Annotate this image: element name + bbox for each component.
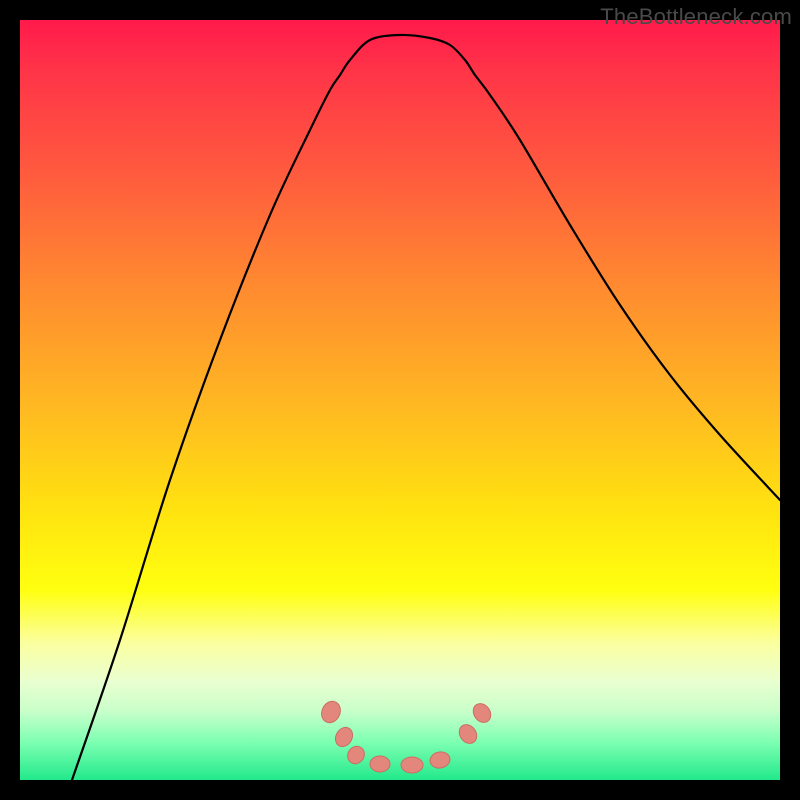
curve-marker	[370, 756, 390, 772]
curve-marker	[470, 700, 495, 726]
curve-marker	[332, 724, 356, 749]
watermark-text: TheBottleneck.com	[600, 4, 792, 30]
curve-marker	[318, 698, 344, 726]
curve-marker	[456, 721, 481, 747]
curve-marker	[344, 743, 367, 767]
curve-line	[72, 35, 780, 780]
curve-markers	[318, 698, 494, 773]
curve-marker	[429, 750, 451, 769]
curve-marker	[401, 757, 423, 773]
bottleneck-curve	[20, 20, 780, 780]
chart-frame	[20, 20, 780, 780]
